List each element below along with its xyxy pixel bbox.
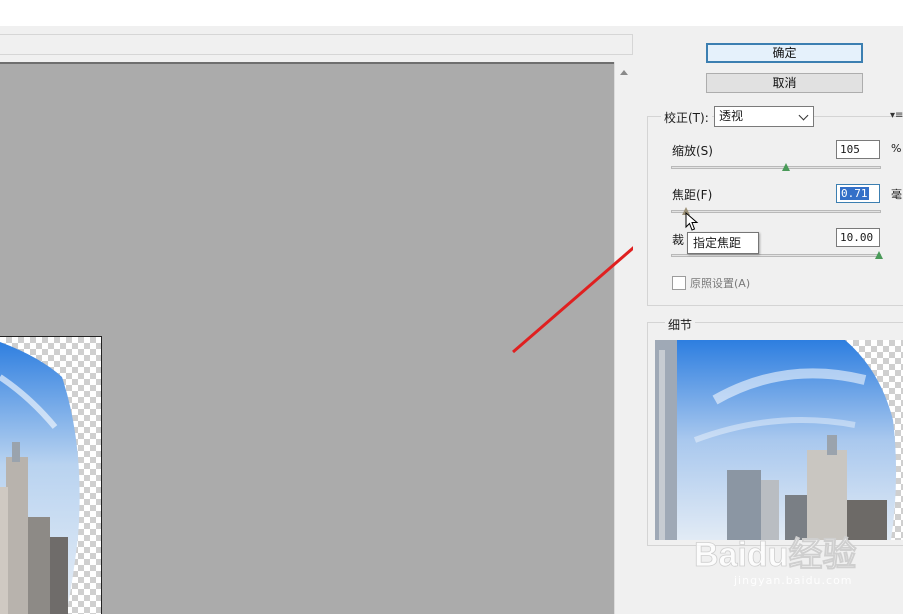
detail-preview[interactable]: [655, 340, 903, 540]
scroll-up-icon[interactable]: [620, 70, 628, 75]
svg-text:Baidu经验: Baidu经验: [694, 535, 856, 574]
crop-slider[interactable]: [671, 254, 881, 257]
focal-slider[interactable]: [671, 210, 881, 213]
ok-button[interactable]: 确定: [706, 43, 863, 63]
original-settings-checkbox[interactable]: [672, 276, 686, 290]
crop-value: 10.00: [840, 231, 874, 244]
correction-select[interactable]: 透视: [714, 106, 814, 127]
top-bar: [0, 0, 903, 26]
mouse-cursor-icon: [685, 212, 699, 231]
zoom-input[interactable]: 105: [836, 140, 880, 159]
focal-value: 0.71: [840, 187, 869, 200]
options-bar: [0, 34, 633, 55]
zoom-slider-thumb[interactable]: [782, 163, 790, 171]
chevron-down-icon: [798, 110, 809, 121]
zoom-label: 缩放(S): [672, 144, 713, 158]
correction-label: 校正(T):: [661, 109, 712, 126]
detail-label: 细节: [665, 316, 696, 333]
zoom-value: 105: [840, 143, 860, 156]
correction-value: 透视: [719, 109, 744, 123]
focal-unit: 毫: [891, 188, 902, 201]
lens-correction-panel: 确定 取消 校正(T): 透视 ▾≡ 缩放(S) 105 % 焦距(F) 0.7…: [633, 26, 903, 614]
zoom-slider[interactable]: [671, 166, 881, 169]
zoom-unit: %: [891, 142, 902, 155]
focal-input[interactable]: 0.71: [836, 184, 880, 203]
watermark-url: jingyan.baidu.com: [734, 574, 853, 587]
original-settings-label: 原照设置(A): [690, 277, 751, 290]
crop-input[interactable]: 10.00: [836, 228, 880, 247]
crop-label: 裁: [672, 233, 685, 247]
baidu-watermark: Baidu经验 jingyan.baidu.com: [694, 530, 894, 600]
cancel-button[interactable]: 取消: [706, 73, 863, 93]
crop-slider-thumb[interactable]: [875, 251, 883, 259]
tooltip: 指定焦距: [687, 232, 759, 254]
focal-label: 焦距(F): [672, 188, 713, 202]
panel-menu-icon[interactable]: ▾≡: [890, 110, 903, 121]
canvas-image-preview: [0, 336, 102, 614]
